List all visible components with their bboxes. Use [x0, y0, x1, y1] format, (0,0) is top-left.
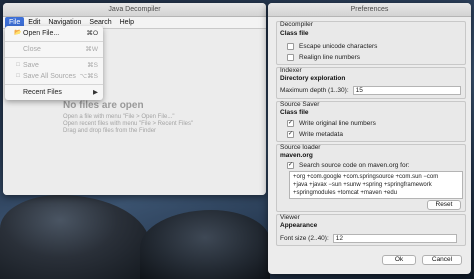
checkmark-icon[interactable]: ✓: [287, 162, 294, 169]
empty-state-hint: Drag and drop files from the Finder: [63, 128, 157, 134]
menu-item-recent-files[interactable]: Recent Files ▶: [5, 87, 103, 98]
menu-item-close[interactable]: Close ⌘W: [5, 44, 103, 55]
submenu-arrow-icon: ▶: [93, 89, 98, 96]
option-label: Search source code on maven.org for:: [299, 162, 410, 169]
group-subtitle: Class file: [280, 30, 309, 37]
save-all-icon: □: [16, 73, 20, 79]
menu-item-label: Open File...: [23, 30, 60, 37]
search-maven-option[interactable]: ✓ Search source code on maven.org for:: [287, 162, 410, 169]
menu-item-save-all-sources[interactable]: □ Save All Sources ⌥⌘S: [5, 71, 103, 82]
menu-item-label: Save: [23, 62, 39, 69]
group-title: Indexer: [280, 67, 302, 74]
maven-patterns-textarea[interactable]: +org +com.google +com.springsource +com.…: [289, 171, 463, 199]
indexer-group: Indexer Directory exploration Maximum de…: [276, 67, 466, 99]
file-menu-dropdown: 📂 Open File... ⌘O Close ⌘W □ Save ⌘S □ S…: [5, 26, 103, 100]
desktop-rock: [0, 195, 150, 279]
option-label: Write metadata: [299, 131, 343, 138]
group-title: Source Saver: [280, 101, 320, 108]
menu-item-label: Save All Sources: [23, 73, 76, 80]
group-subtitle: Directory exploration: [280, 75, 346, 82]
decompiler-group: Decompiler Class file Escape unicode cha…: [276, 21, 466, 65]
menu-item-shortcut: ⌥⌘S: [79, 73, 98, 80]
preferences-window: Preferences Decompiler Class file Escape…: [268, 3, 471, 274]
viewer-group: Viewer Appearance Font size (2..40): 12: [276, 214, 466, 246]
menu-item-shortcut: ⌘W: [85, 46, 98, 53]
group-title: Decompiler: [280, 21, 313, 28]
ok-button[interactable]: Ok: [382, 255, 416, 265]
font-size-label: Font size (2..40):: [280, 235, 329, 242]
group-title: Viewer: [280, 214, 300, 221]
option-label: Write original line numbers: [299, 120, 376, 127]
max-depth-label: Maximum depth (1..30):: [280, 87, 349, 94]
reset-button[interactable]: Reset: [427, 200, 461, 210]
group-subtitle: Appearance: [280, 222, 318, 229]
write-metadata-option[interactable]: ✓ Write metadata: [287, 131, 343, 138]
empty-state-hint: Open a file with menu "File > Open File.…: [63, 114, 175, 120]
escape-unicode-checkbox[interactable]: [287, 43, 294, 50]
desktop-rock: [140, 210, 270, 279]
pattern-line: +org +com.google +com.springsource +com.…: [293, 174, 439, 180]
empty-state-hint: Open recent files with menu "File > Rece…: [63, 121, 194, 127]
menu-item-open-file[interactable]: 📂 Open File... ⌘O: [5, 28, 103, 39]
option-label: Escape unicode characters: [299, 43, 378, 50]
save-icon: □: [16, 62, 20, 68]
menu-help[interactable]: Help: [116, 17, 138, 29]
menu-item-label: Recent Files: [23, 89, 62, 96]
checkmark-icon[interactable]: ✓: [287, 120, 294, 127]
menu-item-shortcut: ⌘O: [86, 30, 98, 37]
cancel-button[interactable]: Cancel: [422, 255, 462, 265]
pattern-line: +springmodules +tomcat +maven +edu: [293, 190, 398, 196]
menu-item-shortcut: ⌘S: [87, 62, 98, 69]
open-folder-icon: 📂: [14, 30, 22, 36]
font-size-input[interactable]: 12: [332, 234, 457, 243]
window-title: Preferences: [268, 3, 471, 17]
source-saver-group: Source Saver Class file ✓ Write original…: [276, 101, 466, 142]
menu-separator: [5, 41, 103, 42]
menu-item-save[interactable]: □ Save ⌘S: [5, 60, 103, 71]
max-depth-input[interactable]: 15: [352, 86, 461, 95]
menu-item-label: Close: [23, 46, 41, 53]
max-depth-row: Maximum depth (1..30): 15: [280, 86, 461, 95]
group-subtitle: maven.org: [280, 152, 313, 159]
group-title: Source loader: [280, 144, 321, 151]
option-label: Realign line numbers: [299, 54, 361, 61]
menu-separator: [5, 84, 103, 85]
menu-separator: [5, 57, 103, 58]
group-subtitle: Class file: [280, 109, 309, 116]
empty-state-title: No files are open: [63, 100, 144, 111]
escape-unicode-option[interactable]: Escape unicode characters: [287, 43, 377, 50]
realign-line-numbers-checkbox[interactable]: [287, 54, 294, 61]
source-loader-group: Source loader maven.org ✓ Search source …: [276, 144, 466, 212]
font-size-row: Font size (2..40): 12: [280, 234, 457, 243]
window-title: Java Decompiler: [3, 3, 266, 17]
write-original-line-numbers-option[interactable]: ✓ Write original line numbers: [287, 120, 376, 127]
realign-line-numbers-option[interactable]: Realign line numbers: [287, 54, 360, 61]
checkmark-icon[interactable]: ✓: [287, 131, 294, 138]
pattern-line: +java +javax −sun +sunw +spring +springf…: [293, 182, 432, 188]
